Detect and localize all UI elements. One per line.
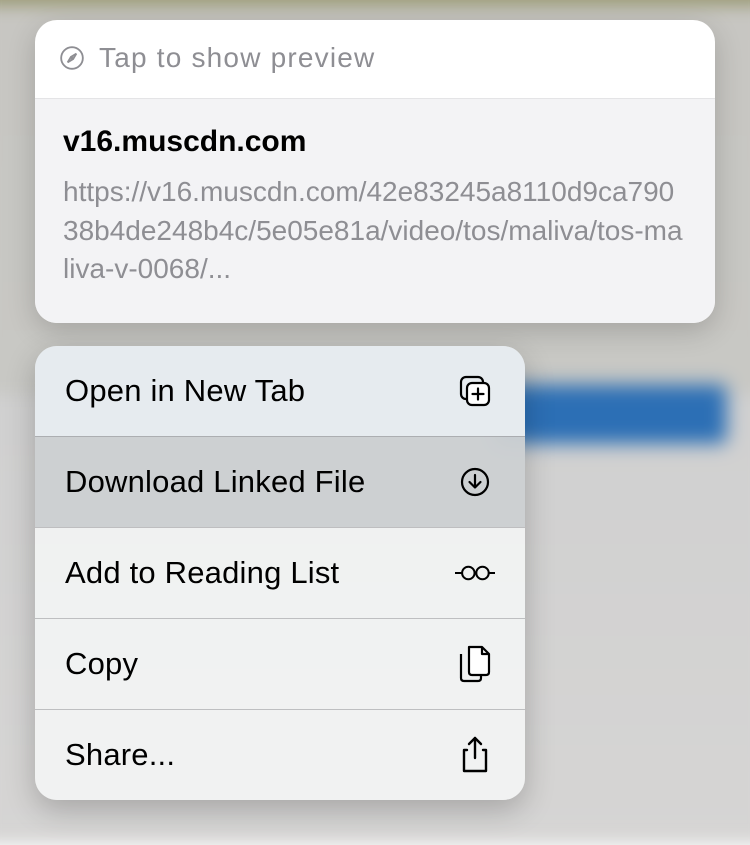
share-icon: [455, 736, 495, 774]
copy-item[interactable]: Copy: [35, 618, 525, 709]
download-icon: [455, 466, 495, 498]
open-in-new-tab-item[interactable]: Open in New Tab: [35, 346, 525, 436]
add-to-reading-list-item[interactable]: Add to Reading List: [35, 527, 525, 618]
download-linked-file-item[interactable]: Download Linked File: [35, 436, 525, 527]
preview-url: https://v16.muscdn.com/42e83245a8110d9ca…: [63, 173, 687, 289]
context-menu: Open in New Tab Download Linked File: [35, 346, 525, 800]
menu-item-label: Share...: [65, 737, 175, 773]
preview-domain: v16.muscdn.com: [63, 125, 687, 159]
menu-item-label: Add to Reading List: [65, 555, 339, 591]
preview-hint-label: Tap to show preview: [99, 42, 375, 74]
compass-icon: [59, 45, 85, 71]
copy-icon: [455, 645, 495, 683]
menu-item-label: Download Linked File: [65, 464, 365, 500]
reading-list-icon: [455, 561, 495, 585]
preview-info[interactable]: v16.muscdn.com https://v16.muscdn.com/42…: [35, 99, 715, 323]
new-tab-icon: [455, 373, 495, 409]
tap-to-show-preview[interactable]: Tap to show preview: [35, 20, 715, 99]
menu-item-label: Open in New Tab: [65, 373, 305, 409]
link-preview-card: Tap to show preview v16.muscdn.com https…: [35, 20, 715, 323]
menu-item-label: Copy: [65, 646, 138, 682]
share-item[interactable]: Share...: [35, 709, 525, 800]
